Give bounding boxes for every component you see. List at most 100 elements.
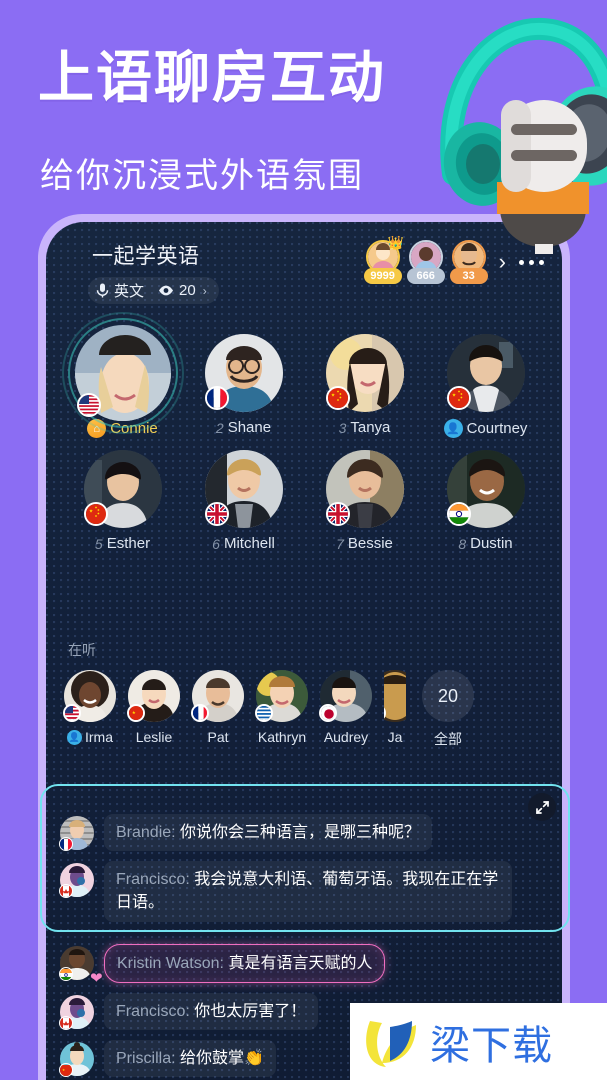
- speaker-name-row: 👤 Courtney: [443, 419, 528, 438]
- watermark-logo-icon: [366, 1020, 416, 1067]
- avatar-wrap: [59, 994, 94, 1030]
- chat-text: 给你鼓掌👏: [175, 1049, 264, 1067]
- avatar-wrap[interactable]: [446, 450, 525, 528]
- eye-icon: [159, 285, 174, 296]
- avatar-wrap: [319, 670, 372, 722]
- speaker-slot-connie[interactable]: ⌂ Connie: [61, 312, 184, 438]
- avatar-wrap[interactable]: [61, 312, 184, 434]
- view-all-label: 全部: [434, 731, 462, 747]
- speaker-name-row: 2 Shane: [216, 419, 271, 436]
- speaker-row-1: ⌂ Connie 2 Shane 3 Tanya 👤 Courtney: [46, 312, 562, 438]
- chat-speaker: Priscilla:: [116, 1049, 176, 1067]
- flag-in-icon: [59, 966, 73, 981]
- speaker-slot-bessie[interactable]: 7 Bessie: [304, 450, 425, 552]
- speaker-name: Dustin: [470, 535, 513, 552]
- avatar-wrap[interactable]: [204, 450, 283, 528]
- avatar-wrap[interactable]: [446, 334, 525, 412]
- avatar-wrap: [127, 670, 180, 722]
- avatar-wrap[interactable]: [204, 334, 283, 412]
- more-options-button[interactable]: [519, 259, 544, 265]
- speaker-rank: 3: [338, 419, 347, 436]
- user-icon: 👤: [67, 729, 82, 745]
- contributor-count: 9999: [363, 268, 402, 284]
- speaker-name: Esther: [106, 535, 151, 552]
- listener-name-row: Ja: [388, 729, 403, 745]
- room-language-label: 英文: [114, 283, 145, 300]
- phone-mockup: 一起学英语 英文 20 › 👑 9999 666 33 › ⌂ Connie 2…: [38, 214, 570, 1080]
- view-all-listeners-button[interactable]: 20 全部: [422, 670, 474, 749]
- chat-bubble: Francisco: 你也太厉害了！: [104, 992, 319, 1030]
- chat-message[interactable]: Kristin Watson: 真是有语言天赋的人 ❤: [59, 943, 548, 987]
- flag-cn-icon: [83, 502, 108, 526]
- flag-fr-icon: [191, 704, 209, 722]
- contributor-avatar-1[interactable]: 👑 9999: [363, 235, 404, 284]
- headphones-microphone-icon: [431, 4, 607, 258]
- speaker-name: Bessie: [347, 535, 393, 552]
- app-screen: 一起学英语 英文 20 › 👑 9999 666 33 › ⌂ Connie 2…: [46, 222, 562, 1080]
- avatar-wrap: [384, 670, 406, 722]
- avatar-wrap[interactable]: [325, 334, 404, 412]
- listener-item[interactable]: Kathryn: [255, 670, 308, 745]
- listener-name-row: Audrey: [324, 729, 368, 745]
- expand-icon[interactable]: [528, 793, 556, 821]
- chat-text: 你说你会三种语言，是哪三种呢？: [175, 824, 421, 841]
- listener-name: Leslie: [135, 729, 173, 745]
- listeners-row: 👤 Irma Leslie Pat Kathryn Audrey Ja 20 全…: [46, 670, 562, 749]
- flag-fr-icon: [59, 837, 73, 851]
- speaker-rank: 2: [215, 419, 224, 436]
- flag-gr-icon: [255, 704, 273, 722]
- avatar-wrap: [59, 1041, 94, 1077]
- chat-text: 真是有语言天赋的人: [224, 954, 373, 972]
- flag-cn-icon: [127, 704, 145, 722]
- speaker-name: Courtney: [466, 420, 528, 437]
- flag-us-icon: [76, 393, 101, 417]
- flag-cn-icon: [446, 386, 471, 410]
- speaker-slot-courtney[interactable]: 👤 Courtney: [425, 334, 546, 438]
- chat-bubble-highlighted: Kristin Watson: 真是有语言天赋的人: [104, 943, 386, 983]
- speaker-slot-shane[interactable]: 2 Shane: [183, 334, 304, 438]
- speaker-slot-mitchell[interactable]: 6 Mitchell: [183, 450, 304, 552]
- chat-speaker: Francisco:: [116, 871, 190, 889]
- listener-name: Irma: [85, 729, 113, 745]
- listener-item[interactable]: Audrey: [319, 670, 372, 745]
- chat-message[interactable]: Brandie: 你说你会三种语言，是哪三种呢？: [59, 814, 548, 852]
- flag-fr-icon: [204, 386, 229, 410]
- speaker-slot-dustin[interactable]: 8 Dustin: [425, 450, 546, 552]
- listeners-label: 在听: [68, 642, 96, 658]
- room-meta-pill[interactable]: 英文 20 ›: [88, 277, 219, 304]
- speaker-slot-tanya[interactable]: 3 Tanya: [304, 334, 425, 438]
- listener-item[interactable]: Pat: [191, 670, 244, 745]
- speaker-name-row: 5 Esther: [95, 535, 150, 552]
- room-viewers: 20 ›: [158, 282, 207, 299]
- listener-item[interactable]: Leslie: [127, 670, 180, 745]
- chat-speaker: Brandie:: [116, 824, 176, 841]
- avatar-wrap[interactable]: [325, 450, 404, 528]
- listener-name-row: Pat: [207, 729, 228, 745]
- listener-item[interactable]: Ja: [384, 670, 406, 745]
- listener-name: Audrey: [323, 729, 369, 745]
- microphone-icon: [96, 283, 109, 298]
- listeners-section: 在听 👤 Irma Leslie Pat Kathryn Audrey Ja 2…: [46, 640, 562, 749]
- page-title: 上语聊房互动: [38, 46, 386, 109]
- speaker-row-2: 5 Esther 6 Mitchell 7 Bessie 8 Dustin: [46, 450, 562, 552]
- speaker-rank: 7: [336, 535, 344, 552]
- speaker-name: Tanya: [350, 419, 391, 436]
- speaker-name-row: 3 Tanya: [339, 419, 391, 436]
- speaker-grid: ⌂ Connie 2 Shane 3 Tanya 👤 Courtney 5 Es…: [46, 312, 562, 564]
- avatar-wrap[interactable]: [83, 450, 162, 528]
- listener-name-row: Leslie: [136, 729, 173, 745]
- speaker-name: Mitchell: [223, 535, 275, 552]
- chat-bubble: Priscilla: 给你鼓掌👏: [104, 1039, 276, 1078]
- flag-gb-icon: [204, 502, 229, 526]
- speaker-rank: 8: [458, 535, 467, 552]
- speaker-slot-esther[interactable]: 5 Esther: [62, 450, 183, 552]
- flag-gb-icon: [325, 502, 350, 526]
- speaker-rank: 6: [212, 535, 220, 552]
- chat-message[interactable]: Francisco: 我会说意大利语、葡萄牙语。我现在正在学日语。: [59, 861, 548, 922]
- chevron-right-icon: ›: [202, 283, 207, 298]
- speaker-name-row: 8 Dustin: [458, 535, 512, 552]
- crown-icon: 👑: [387, 235, 404, 250]
- chat-speaker: Francisco:: [116, 1002, 190, 1020]
- avatar-wrap: [59, 945, 94, 981]
- listener-item[interactable]: 👤 Irma: [63, 670, 116, 745]
